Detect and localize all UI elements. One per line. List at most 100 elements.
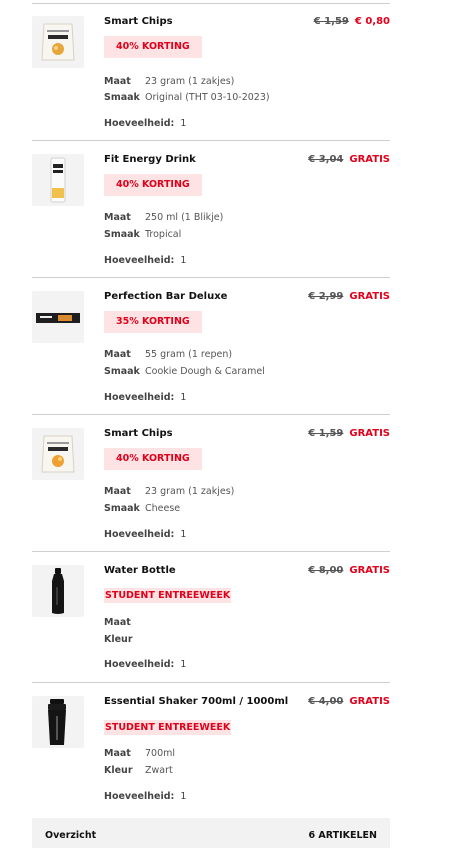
quantity-label: Hoeveelheid: <box>104 529 175 540</box>
energy-drink-can-icon[interactable] <box>32 154 84 206</box>
new-price: GRATIS <box>349 291 390 302</box>
item-divider <box>32 277 390 278</box>
size-value: 23 gram (1 zakjes) <box>145 76 235 87</box>
promo-badge-text: STUDENT ENTREEWEEK <box>104 588 232 603</box>
flavor-label: Smaak <box>104 503 140 514</box>
new-price: GRATIS <box>349 565 390 576</box>
price-block: € 4,00 GRATIS <box>308 696 390 707</box>
price-block: € 1,59 GRATIS <box>308 428 390 439</box>
discount-badge: 40% KORTING <box>104 174 202 196</box>
flavor-label: Smaak <box>104 92 140 103</box>
flavor-row: Smaak Tropical <box>104 229 181 240</box>
item-divider <box>32 682 390 683</box>
quantity-label: Hoeveelheid: <box>104 392 175 403</box>
size-row: Maat 23 gram (1 zakjes) <box>104 76 234 87</box>
chips-bag-icon[interactable] <box>32 428 84 480</box>
quantity-value: 1 <box>180 791 187 802</box>
old-price: € 4,00 <box>308 696 344 707</box>
quantity-row: Hoeveelheid: 1 <box>104 255 186 266</box>
new-price: € 0,80 <box>354 16 390 27</box>
quantity-value: 1 <box>180 255 187 266</box>
size-label: Maat <box>104 617 131 628</box>
color-row: Kleur <box>104 634 145 645</box>
cart-item: Smart Chips € 1,59 GRATIS 40% KORTING Maa… <box>32 428 390 552</box>
cart-item: Water Bottle € 8,00 GRATIS STUDENT ENTREE… <box>32 565 390 683</box>
quantity-value: 1 <box>180 118 187 129</box>
item-divider <box>32 414 390 415</box>
quantity-label: Hoeveelheid: <box>104 659 175 670</box>
product-name[interactable]: Perfection Bar Deluxe <box>104 291 227 302</box>
price-block: € 1,59 € 0,80 <box>314 16 390 27</box>
cart-item: Fit Energy Drink € 3,04 GRATIS 40% KORTIN… <box>32 154 390 278</box>
quantity-value: 1 <box>180 392 187 403</box>
quantity-value: 1 <box>180 529 187 540</box>
quantity-row: Hoeveelheid: 1 <box>104 392 186 403</box>
new-price: GRATIS <box>349 428 390 439</box>
top-divider <box>32 3 390 4</box>
shaker-icon[interactable] <box>32 696 84 748</box>
size-label: Maat <box>104 212 131 223</box>
item-count: 6 ARTIKELEN <box>308 830 377 841</box>
size-row: Maat 55 gram (1 repen) <box>104 349 232 360</box>
flavor-row: Smaak Original (THT 03-10-2023) <box>104 92 270 103</box>
water-bottle-icon[interactable] <box>32 565 84 617</box>
quantity-label: Hoeveelheid: <box>104 791 175 802</box>
quantity-row: Hoeveelheid: 1 <box>104 529 186 540</box>
discount-badge: 40% KORTING <box>104 448 202 470</box>
quantity-row: Hoeveelheid: 1 <box>104 659 186 670</box>
promo-badge-text: STUDENT ENTREEWEEK <box>104 720 232 735</box>
product-name[interactable]: Fit Energy Drink <box>104 154 196 165</box>
product-name[interactable]: Smart Chips <box>104 428 173 439</box>
size-value: 55 gram (1 repen) <box>145 349 233 360</box>
flavor-row: Smaak Cookie Dough & Caramel <box>104 366 265 377</box>
quantity-row: Hoeveelheid: 1 <box>104 118 186 129</box>
size-value: 700ml <box>145 748 176 759</box>
size-value: 250 ml (1 Blikje) <box>145 212 224 223</box>
size-row: Maat 700ml <box>104 748 175 759</box>
old-price: € 1,59 <box>313 16 349 27</box>
flavor-label: Smaak <box>104 229 140 240</box>
flavor-row: Smaak Cheese <box>104 503 180 514</box>
quantity-value: 1 <box>180 659 187 670</box>
size-value: 23 gram (1 zakjes) <box>145 486 235 497</box>
new-price: GRATIS <box>349 696 390 707</box>
color-value: Zwart <box>145 765 173 776</box>
order-summary-header[interactable]: Overzicht 6 ARTIKELEN <box>32 818 390 848</box>
old-price: € 1,59 <box>308 428 344 439</box>
old-price: € 2,99 <box>308 291 344 302</box>
cart-item: Perfection Bar Deluxe € 2,99 GRATIS 35% K… <box>32 291 390 415</box>
summary-label: Overzicht <box>45 830 97 841</box>
size-row: Maat 250 ml (1 Blikje) <box>104 212 223 223</box>
old-price: € 8,00 <box>308 565 344 576</box>
flavor-label: Smaak <box>104 366 140 377</box>
price-block: € 8,00 GRATIS <box>308 565 390 576</box>
size-label: Maat <box>104 486 131 497</box>
new-price: GRATIS <box>349 154 390 165</box>
product-name[interactable]: Essential Shaker 700ml / 1000ml <box>104 696 288 707</box>
flavor-value: Cheese <box>145 503 181 514</box>
size-label: Maat <box>104 748 131 759</box>
size-row: Maat 23 gram (1 zakjes) <box>104 486 234 497</box>
product-name[interactable]: Smart Chips <box>104 16 173 27</box>
protein-bar-icon[interactable] <box>32 291 84 343</box>
price-block: € 2,99 GRATIS <box>308 291 390 302</box>
discount-badge: 35% KORTING <box>104 311 202 333</box>
product-name[interactable]: Water Bottle <box>104 565 176 576</box>
color-label: Kleur <box>104 634 133 645</box>
quantity-row: Hoeveelheid: 1 <box>104 791 186 802</box>
item-divider <box>32 140 390 141</box>
flavor-value: Original (THT 03-10-2023) <box>145 92 270 103</box>
quantity-label: Hoeveelheid: <box>104 255 175 266</box>
old-price: € 3,04 <box>308 154 344 165</box>
size-label: Maat <box>104 349 131 360</box>
item-divider <box>32 551 390 552</box>
flavor-value: Tropical <box>145 229 182 240</box>
promo-badge: STUDENT ENTREEWEEK <box>104 587 232 605</box>
cart-item: Smart Chips € 1,59 € 0,80 40% KORTING Maa… <box>32 16 390 141</box>
quantity-label: Hoeveelheid: <box>104 118 175 129</box>
chips-bag-icon[interactable] <box>32 16 84 68</box>
size-row: Maat <box>104 617 145 628</box>
cart-item: Essential Shaker 700ml / 1000ml € 4,00 GR… <box>32 696 390 810</box>
color-row: Kleur Zwart <box>104 765 173 776</box>
promo-badge: STUDENT ENTREEWEEK <box>104 719 232 737</box>
